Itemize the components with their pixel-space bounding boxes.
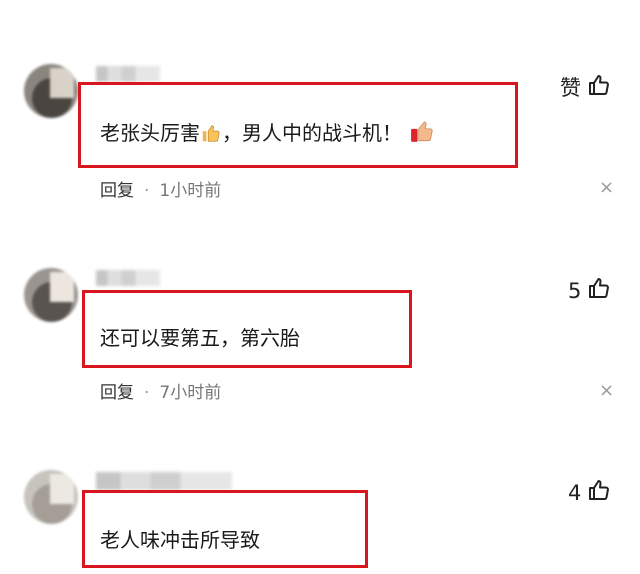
comment-time: 1小时前 — [159, 181, 222, 201]
comment-time: 7小时前 — [159, 383, 222, 403]
username-blurred[interactable] — [96, 270, 160, 286]
comment-text-part-2: ，男人中的战斗机！ — [222, 121, 402, 145]
reply-button[interactable]: 回复 — [100, 383, 134, 403]
comment-text: 老张头厉害 ，男人中的战斗机！ — [100, 117, 436, 149]
like-button[interactable]: 4 — [568, 478, 611, 507]
like-count: 4 — [568, 480, 582, 505]
close-icon[interactable]: × — [599, 382, 614, 400]
close-icon[interactable]: × — [599, 179, 614, 197]
comment-text: 还可以要第五，第六胎 — [100, 326, 300, 350]
thumbs-up-emoji-red — [410, 118, 436, 149]
meta-separator: · — [144, 383, 150, 403]
like-button[interactable]: 赞 — [560, 72, 611, 102]
comment-text-part-1: 老张头厉害 — [100, 121, 200, 145]
like-button[interactable]: 5 — [568, 276, 611, 305]
avatar[interactable] — [24, 470, 78, 524]
avatar[interactable] — [24, 268, 78, 322]
username-blurred[interactable] — [96, 472, 232, 490]
username-blurred[interactable] — [96, 66, 160, 82]
comment-meta: 回复 · 7小时前 — [100, 378, 221, 403]
avatar[interactable] — [24, 64, 78, 118]
like-count: 5 — [568, 278, 582, 303]
reply-button[interactable]: 回复 — [100, 181, 134, 201]
like-count: 赞 — [560, 76, 581, 100]
thumbs-up-icon — [587, 276, 611, 305]
comment-text: 老人味冲击所导致 — [100, 528, 260, 552]
comment-meta: 回复 · 1小时前 — [100, 176, 221, 201]
thumbs-up-icon — [587, 478, 611, 507]
thumbs-up-emoji — [200, 122, 222, 149]
thumbs-up-icon — [587, 73, 611, 102]
meta-separator: · — [144, 181, 150, 201]
